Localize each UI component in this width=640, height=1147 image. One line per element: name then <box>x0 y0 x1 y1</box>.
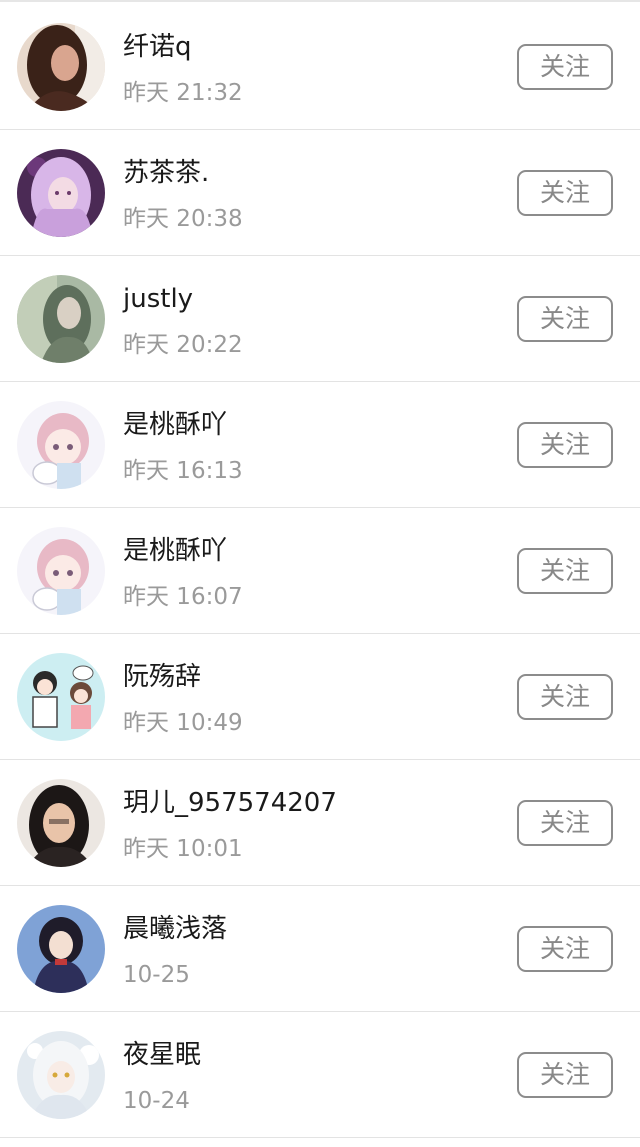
avatar[interactable] <box>17 653 105 741</box>
follow-time: 昨天 20:22 <box>123 332 243 358</box>
follow-time: 昨天 21:32 <box>123 80 243 106</box>
avatar[interactable] <box>17 779 105 867</box>
user-name[interactable]: 苏茶茶. <box>123 156 209 190</box>
avatar[interactable] <box>17 401 105 489</box>
follow-button[interactable]: 关注 <box>517 44 613 90</box>
avatar[interactable] <box>17 905 105 993</box>
list-item[interactable]: 是桃酥吖 昨天 16:07 关注 <box>0 508 640 634</box>
follow-time: 昨天 20:38 <box>123 206 243 232</box>
avatar-cartoon-icon <box>17 401 105 489</box>
avatar-anime-icon <box>17 905 105 993</box>
follow-button[interactable]: 关注 <box>517 296 613 342</box>
list-item[interactable]: 晨曦浅落 10-25 关注 <box>0 886 640 1012</box>
avatar-cartoon-icon <box>17 653 105 741</box>
follow-button[interactable]: 关注 <box>517 926 613 972</box>
user-name[interactable]: 夜星眠 <box>123 1038 201 1072</box>
follow-time: 昨天 16:13 <box>123 458 243 484</box>
avatar-photo-icon <box>17 23 105 111</box>
avatar-cartoon-icon <box>17 527 105 615</box>
user-name[interactable]: justly <box>123 282 193 316</box>
follow-time: 昨天 16:07 <box>123 584 243 610</box>
follower-list: 纤诺q 昨天 21:32 关注 苏茶茶. 昨天 20:38 关注 justly … <box>0 0 640 1147</box>
follow-button[interactable]: 关注 <box>517 1052 613 1098</box>
user-name[interactable]: 阮殇辞 <box>123 660 201 694</box>
list-item[interactable]: 是桃酥吖 昨天 16:13 关注 <box>0 382 640 508</box>
follow-time: 昨天 10:01 <box>123 836 243 862</box>
follow-button[interactable]: 关注 <box>517 548 613 594</box>
avatar[interactable] <box>17 1031 105 1119</box>
avatar-photo-icon <box>17 779 105 867</box>
user-name[interactable]: 是桃酥吖 <box>123 534 227 568</box>
follow-button[interactable]: 关注 <box>517 674 613 720</box>
avatar[interactable] <box>17 149 105 237</box>
list-item[interactable]: 苏茶茶. 昨天 20:38 关注 <box>0 130 640 256</box>
list-item[interactable]: 纤诺q 昨天 21:32 关注 <box>0 4 640 130</box>
follow-button[interactable]: 关注 <box>517 170 613 216</box>
avatar[interactable] <box>17 23 105 111</box>
list-item[interactable]: 夜星眠 10-24 关注 <box>0 1012 640 1138</box>
avatar-photo-icon <box>17 149 105 237</box>
follow-time: 昨天 10:49 <box>123 710 243 736</box>
avatar-illustration-icon <box>17 1031 105 1119</box>
avatar[interactable] <box>17 275 105 363</box>
follow-button[interactable]: 关注 <box>517 422 613 468</box>
avatar[interactable] <box>17 527 105 615</box>
list-item[interactable]: 阮殇辞 昨天 10:49 关注 <box>0 634 640 760</box>
user-name[interactable]: 玥儿_957574207 <box>123 786 337 820</box>
user-name[interactable]: 纤诺q <box>123 30 192 64</box>
list-item[interactable]: 玥儿_957574207 昨天 10:01 关注 <box>0 760 640 886</box>
follow-button[interactable]: 关注 <box>517 800 613 846</box>
follow-time: 10-25 <box>123 962 190 988</box>
follow-time: 10-24 <box>123 1088 190 1114</box>
user-name[interactable]: 是桃酥吖 <box>123 408 227 442</box>
list-item[interactable]: justly 昨天 20:22 关注 <box>0 256 640 382</box>
avatar-photo-icon <box>17 275 105 363</box>
user-name[interactable]: 晨曦浅落 <box>123 912 227 946</box>
